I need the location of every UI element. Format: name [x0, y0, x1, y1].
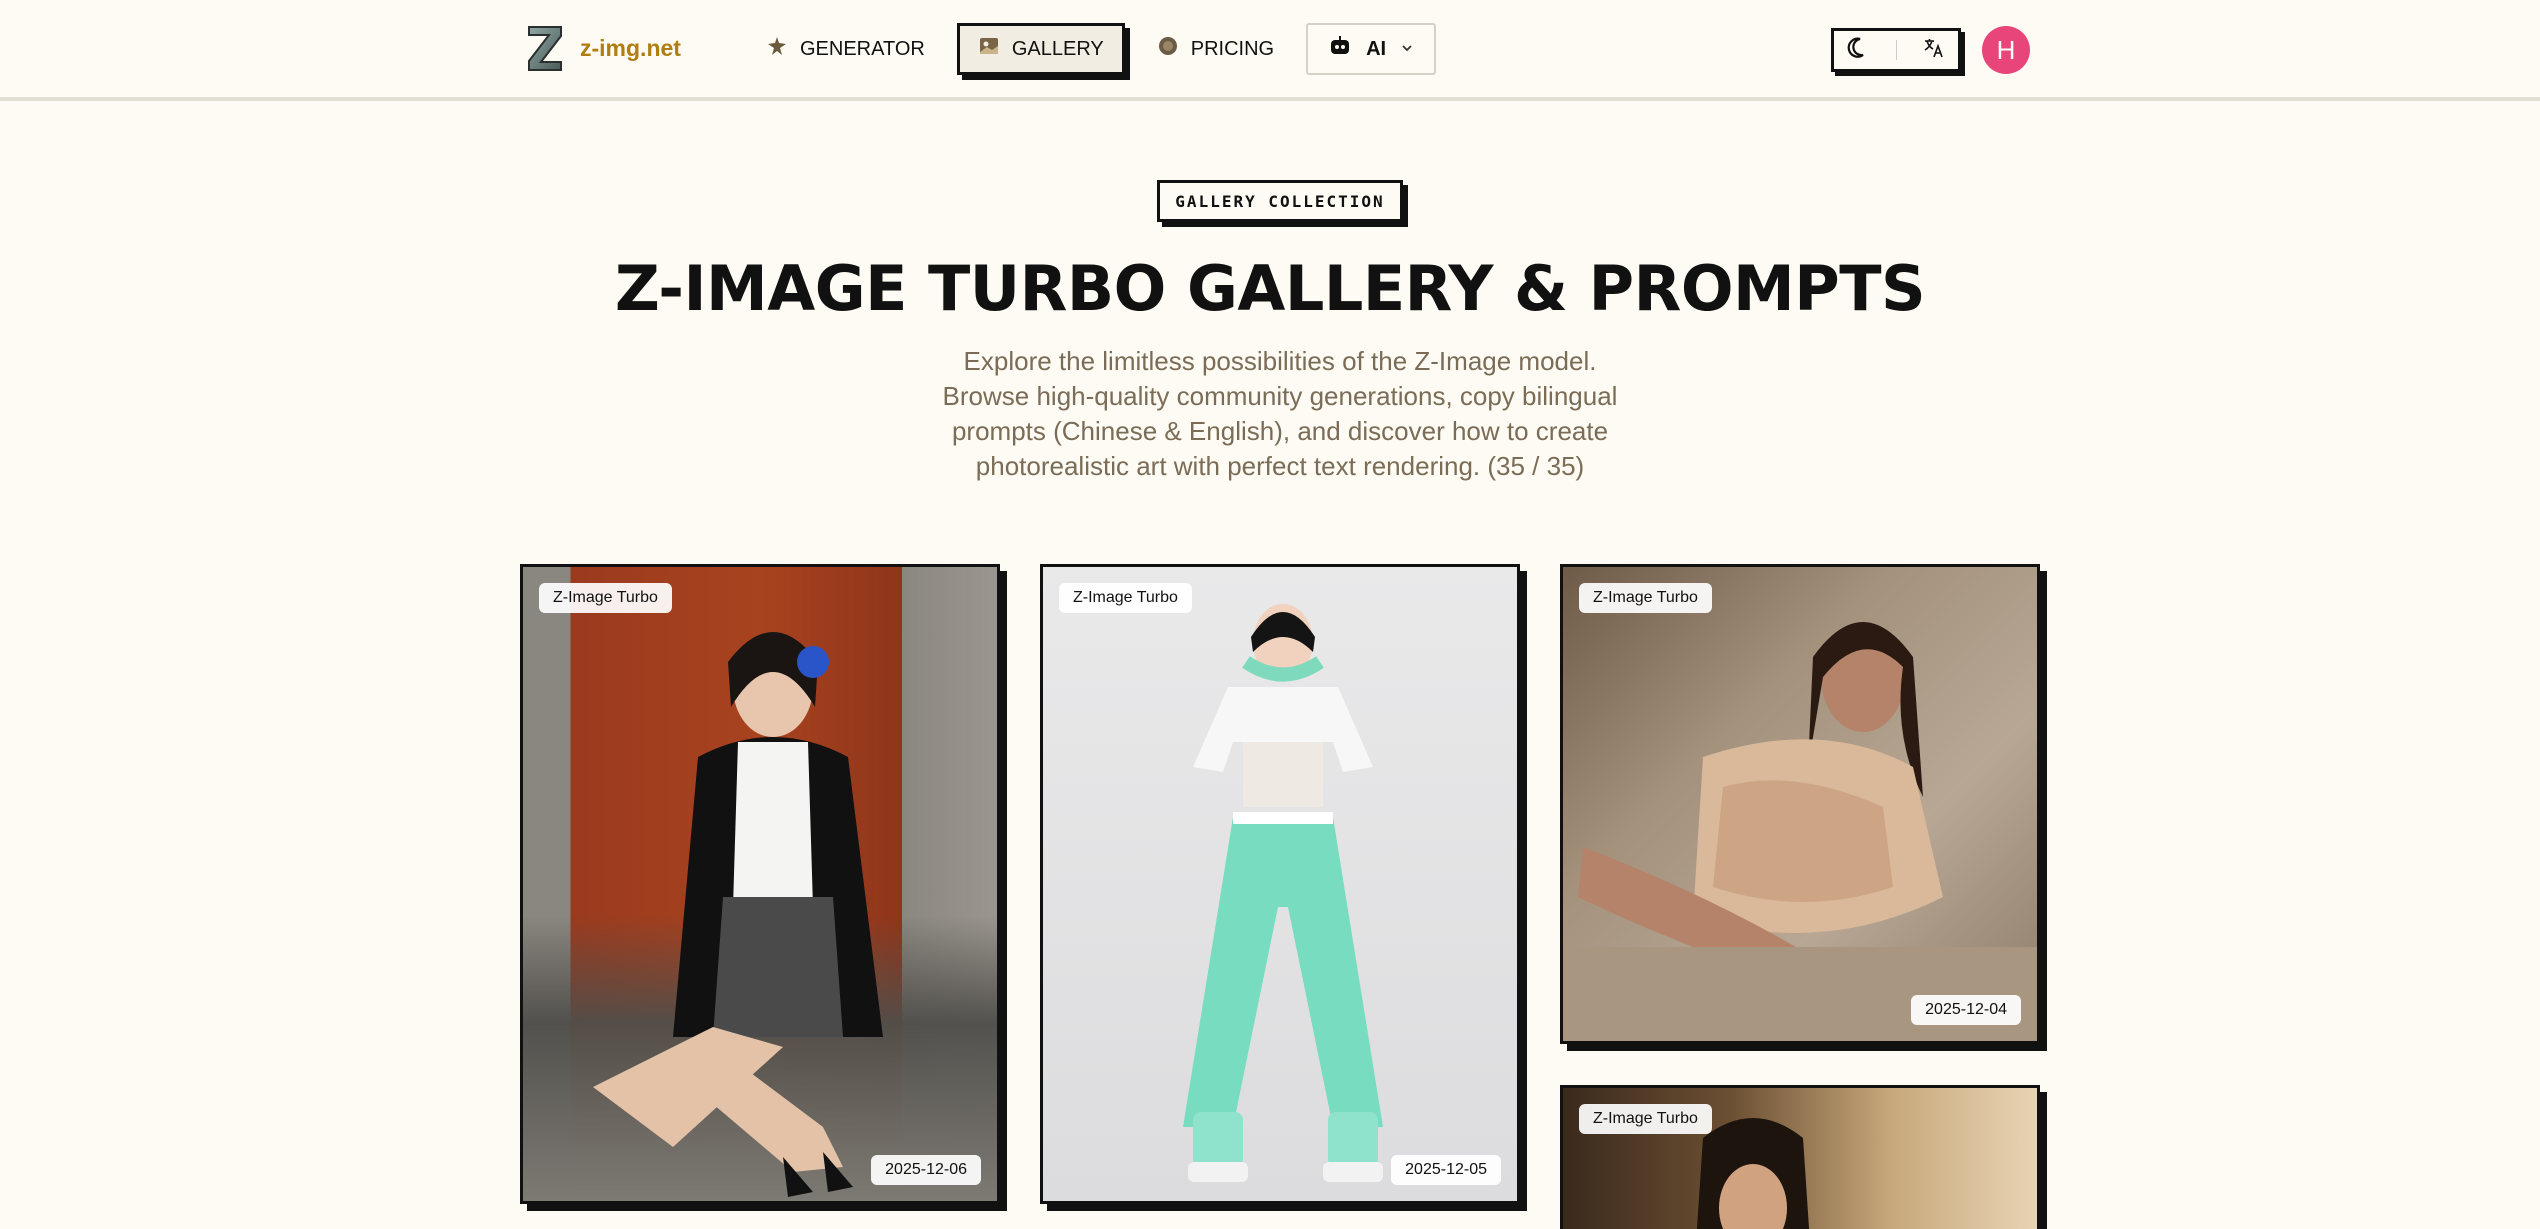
page-title: Z-IMAGE TURBO GALLERY & PROMPTS [614, 252, 1926, 325]
nav-generator-label: GENERATOR [800, 37, 925, 60]
ai-dropdown-label: AI [1366, 37, 1387, 60]
model-tag: Z-Image Turbo [1579, 1104, 1712, 1134]
gallery-card[interactable]: Z-Image Turbo 2025-12-06 [520, 564, 1000, 1204]
nav-gallery[interactable]: GALLERY [956, 23, 1125, 75]
model-tag: Z-Image Turbo [1059, 583, 1192, 613]
logo-link[interactable]: z-img.net [526, 24, 681, 72]
gallery-badge: GALLERY COLLECTION [1157, 180, 1403, 222]
gallery-card[interactable]: Z-Image Turbo [1560, 1085, 2040, 1229]
gallery-image [1043, 567, 1517, 1201]
z-logo-icon [526, 24, 564, 72]
chevron-down-icon [1400, 38, 1414, 61]
top-navbar: z-img.net GENERATOR GALLERY PRICING AI H [0, 0, 2540, 101]
translate-icon[interactable] [1922, 36, 1946, 65]
puzzle-icon [766, 35, 788, 63]
nav-pricing[interactable]: PRICING [1147, 23, 1284, 75]
image-gallery-icon [978, 35, 1000, 63]
date-tag: 2025-12-06 [871, 1155, 981, 1185]
gallery-image [523, 567, 997, 1201]
tools-divider [1896, 40, 1898, 60]
coin-icon [1157, 35, 1179, 63]
nav-gallery-label: GALLERY [1011, 37, 1104, 60]
model-tag: Z-Image Turbo [539, 583, 672, 613]
gallery-image [1563, 567, 2037, 1041]
nav-pricing-label: PRICING [1190, 37, 1275, 60]
robot-icon [1328, 35, 1352, 63]
ai-dropdown[interactable]: AI [1306, 23, 1437, 75]
date-tag: 2025-12-04 [1911, 995, 2021, 1025]
moon-icon[interactable] [1846, 35, 1872, 66]
main-nav: GENERATOR GALLERY PRICING AI [756, 23, 1437, 75]
nav-generator[interactable]: GENERATOR [756, 23, 935, 75]
user-avatar[interactable]: H [1982, 26, 2030, 74]
gallery-card[interactable]: Z-Image Turbo 2025-12-05 [1040, 564, 1520, 1204]
page-subtitle: Explore the limitless possibilities of t… [942, 346, 1618, 481]
gallery-card[interactable]: Z-Image Turbo 2025-12-04 [1560, 564, 2040, 1044]
logo-text: z-img.net [580, 34, 681, 61]
model-tag: Z-Image Turbo [1579, 583, 1712, 613]
date-tag: 2025-12-05 [1391, 1155, 1501, 1185]
theme-language-tools [1831, 28, 1961, 72]
